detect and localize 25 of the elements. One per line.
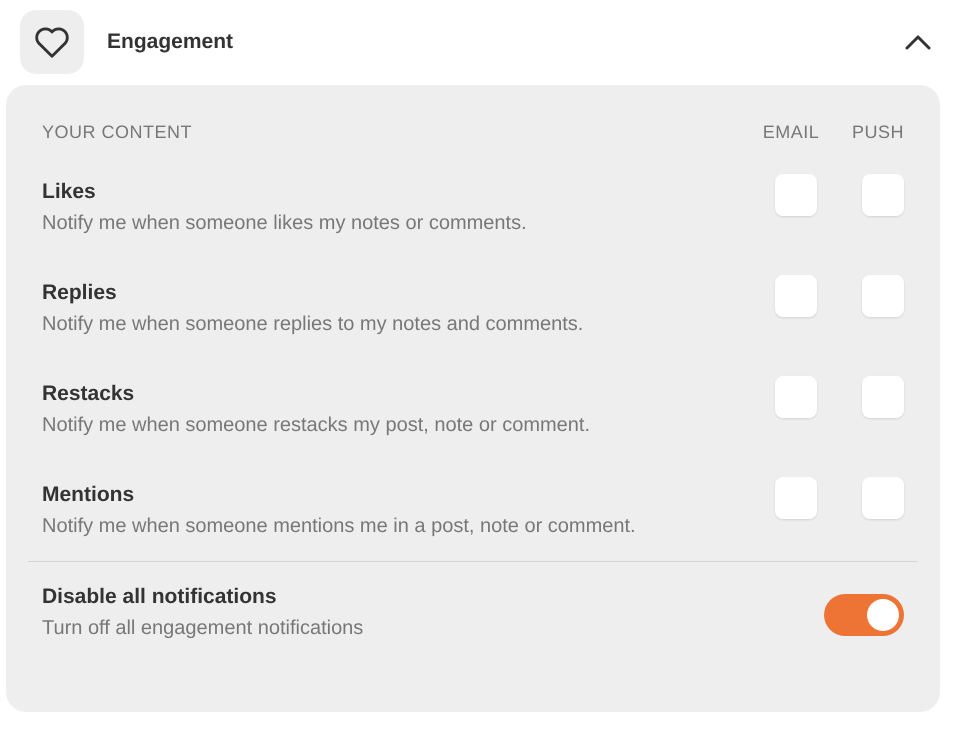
setting-title: Mentions <box>42 482 136 508</box>
checkbox[interactable] <box>775 174 817 216</box>
setting-title: Disable all notifications <box>42 584 278 610</box>
checkbox[interactable] <box>862 174 904 216</box>
setting-description: Turn off all engagement notifications <box>42 616 364 641</box>
column-header: PUSH <box>850 122 904 142</box>
setting-title: Replies <box>42 280 118 306</box>
setting-title: Restacks <box>42 381 136 407</box>
setting-description: Notify me when someone mentions me in a post, note or comment. <box>42 514 637 539</box>
chevron-icon[interactable] <box>904 33 932 51</box>
section-title: Engagement <box>107 30 234 54</box>
checkbox[interactable] <box>775 275 817 317</box>
column-header: EMAIL <box>762 122 820 142</box>
setting-title: Likes <box>42 179 97 205</box>
heart-icon <box>34 25 70 59</box>
setting-description: Notify me when someone replies to my notes and comments. <box>42 312 584 337</box>
checkbox[interactable] <box>862 275 904 317</box>
checkbox[interactable] <box>775 477 817 519</box>
checkbox[interactable] <box>775 376 817 418</box>
checkbox[interactable] <box>862 477 904 519</box>
toggle-switch[interactable] <box>824 594 904 636</box>
column-header: YOUR CONTENT <box>42 122 192 142</box>
checkbox[interactable] <box>862 376 904 418</box>
setting-description: Notify me when someone likes my notes or comments. <box>42 211 528 236</box>
setting-description: Notify me when someone restacks my post, note or comment. <box>42 413 591 438</box>
